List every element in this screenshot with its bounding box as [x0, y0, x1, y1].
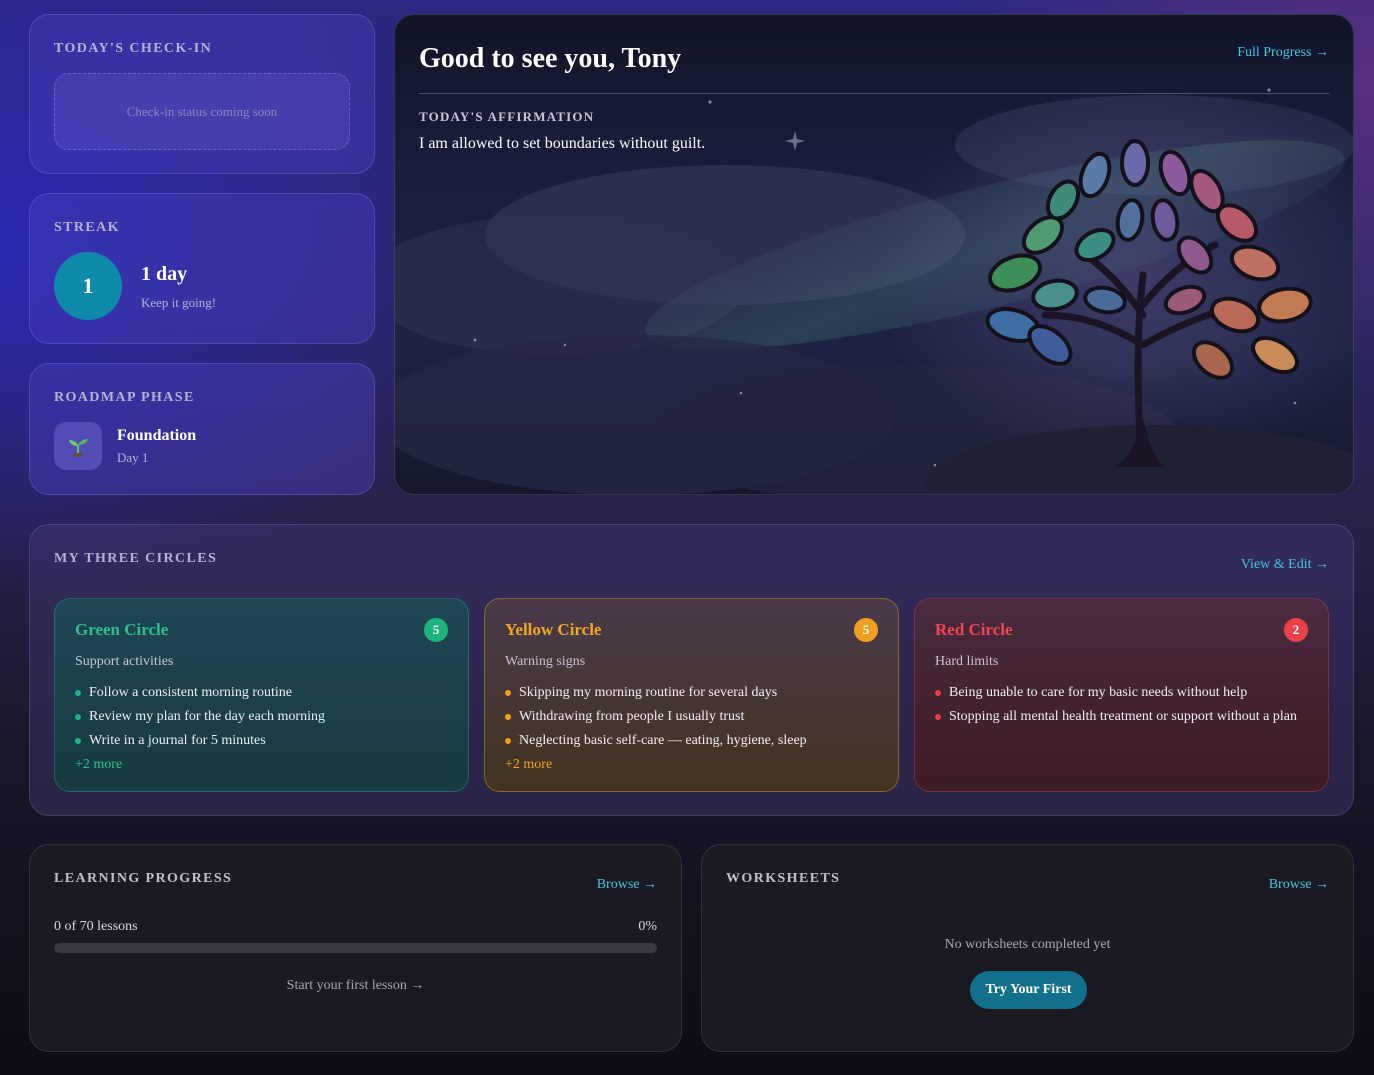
- list-item-text: Stopping all mental health treatment or …: [949, 709, 1297, 724]
- full-progress-link[interactable]: Full Progress →: [1237, 45, 1329, 61]
- affirmation-label: TODAY'S AFFIRMATION: [419, 109, 595, 124]
- view-edit-link[interactable]: View & Edit →: [1241, 557, 1329, 573]
- learning-browse-link[interactable]: Browse →: [597, 877, 657, 893]
- checkin-placeholder: Check-in status coming soon: [54, 73, 350, 150]
- hero-divider: [419, 93, 1329, 94]
- red-circle-desc: Hard limits: [935, 654, 999, 669]
- green-circle-list: Follow a consistent morning routine Revi…: [75, 681, 325, 777]
- seedling-icon: [54, 422, 102, 470]
- yellow-circle-desc: Warning signs: [505, 654, 586, 669]
- checkin-card: TODAY'S CHECK-IN Check-in status coming …: [29, 14, 375, 174]
- bullet-dot-icon: [75, 690, 81, 696]
- try-your-first-button[interactable]: Try Your First: [970, 971, 1087, 1009]
- list-item-text: Neglecting basic self-care — eating, hyg…: [519, 733, 807, 748]
- list-item: Skipping my morning routine for several …: [505, 681, 807, 705]
- red-circle-list: Being unable to care for my basic needs …: [935, 681, 1297, 729]
- streak-subtitle: Keep it going!: [141, 295, 217, 310]
- red-circle-card[interactable]: Red Circle 2 Hard limits Being unable to…: [914, 598, 1329, 792]
- worksheets-card: WORKSHEETS Browse → No worksheets comple…: [701, 844, 1354, 1052]
- roadmap-label: ROADMAP PHASE: [54, 390, 195, 405]
- checkin-label: TODAY'S CHECK-IN: [54, 41, 213, 56]
- green-circle-desc: Support activities: [75, 654, 174, 669]
- start-first-lesson-link[interactable]: Start your first lesson →: [30, 978, 681, 994]
- red-circle-count-badge: 2: [1284, 618, 1308, 642]
- list-item-text: Review my plan for the day each morning: [89, 709, 325, 724]
- streak-count-badge: 1: [54, 252, 122, 320]
- list-item-text: Write in a journal for 5 minutes: [89, 733, 266, 748]
- yellow-circle-card[interactable]: Yellow Circle 5 Warning signs Skipping m…: [484, 598, 899, 792]
- worksheets-empty-text: No worksheets completed yet: [944, 937, 1111, 952]
- lessons-progress-bar: [54, 943, 657, 953]
- learning-progress-card: LEARNING PROGRESS Browse → 0 of 70 lesso…: [29, 844, 682, 1052]
- yellow-circle-list: Skipping my morning routine for several …: [505, 681, 807, 777]
- list-item: Write in a journal for 5 minutes: [75, 729, 325, 753]
- lessons-percent: 0%: [638, 919, 657, 934]
- bullet-dot-icon: [505, 714, 511, 720]
- bullet-dot-icon: [935, 690, 941, 696]
- list-item: Withdrawing from people I usually trust: [505, 705, 807, 729]
- bullet-dot-icon: [505, 690, 511, 696]
- list-item: Neglecting basic self-care — eating, hyg…: [505, 729, 807, 753]
- streak-label: STREAK: [54, 220, 120, 235]
- bullet-dot-icon: [75, 738, 81, 744]
- list-item-text: Follow a consistent morning routine: [89, 685, 292, 700]
- worksheets-browse-link[interactable]: Browse →: [1269, 877, 1329, 893]
- roadmap-card: ROADMAP PHASE Foundation Day 1: [29, 363, 375, 495]
- green-circle-title: Green Circle: [75, 620, 169, 639]
- bullet-dot-icon: [935, 714, 941, 720]
- bullet-dot-icon: [75, 714, 81, 720]
- list-item-text: Skipping my morning routine for several …: [519, 685, 778, 700]
- bullet-dot-icon: [505, 738, 511, 744]
- list-item: Follow a consistent morning routine: [75, 681, 325, 705]
- green-circle-card[interactable]: Green Circle 5 Support activities Follow…: [54, 598, 469, 792]
- list-item: Being unable to care for my basic needs …: [935, 681, 1297, 705]
- green-circle-count-badge: 5: [424, 618, 448, 642]
- three-circles-label: MY THREE CIRCLES: [54, 551, 218, 566]
- three-circles-card: MY THREE CIRCLES View & Edit → Green Cir…: [29, 524, 1354, 816]
- roadmap-phase-name: Foundation: [117, 427, 197, 444]
- streak-card: STREAK 1 1 day Keep it going!: [29, 193, 375, 344]
- welcome-hero-card: Good to see you, Tony Full Progress → TO…: [394, 14, 1354, 495]
- list-item-text: Being unable to care for my basic needs …: [949, 685, 1248, 700]
- worksheets-label: WORKSHEETS: [726, 871, 841, 886]
- list-item-text: Withdrawing from people I usually trust: [519, 709, 745, 724]
- red-circle-title: Red Circle: [935, 620, 1013, 639]
- list-item: Stopping all mental health treatment or …: [935, 705, 1297, 729]
- lessons-count: 0 of 70 lessons: [54, 919, 138, 934]
- learning-progress-label: LEARNING PROGRESS: [54, 871, 233, 886]
- yellow-circle-count-badge: 5: [854, 618, 878, 642]
- streak-days: 1 day: [141, 263, 188, 285]
- greeting-title: Good to see you, Tony: [419, 43, 682, 74]
- affirmation-text: I am allowed to set boundaries without g…: [419, 135, 706, 152]
- green-circle-more-link[interactable]: +2 more: [75, 753, 325, 777]
- roadmap-phase-day: Day 1: [117, 450, 149, 465]
- yellow-circle-more-link[interactable]: +2 more: [505, 753, 807, 777]
- yellow-circle-title: Yellow Circle: [505, 620, 602, 639]
- tree-illustration: [395, 75, 1353, 494]
- list-item: Review my plan for the day each morning: [75, 705, 325, 729]
